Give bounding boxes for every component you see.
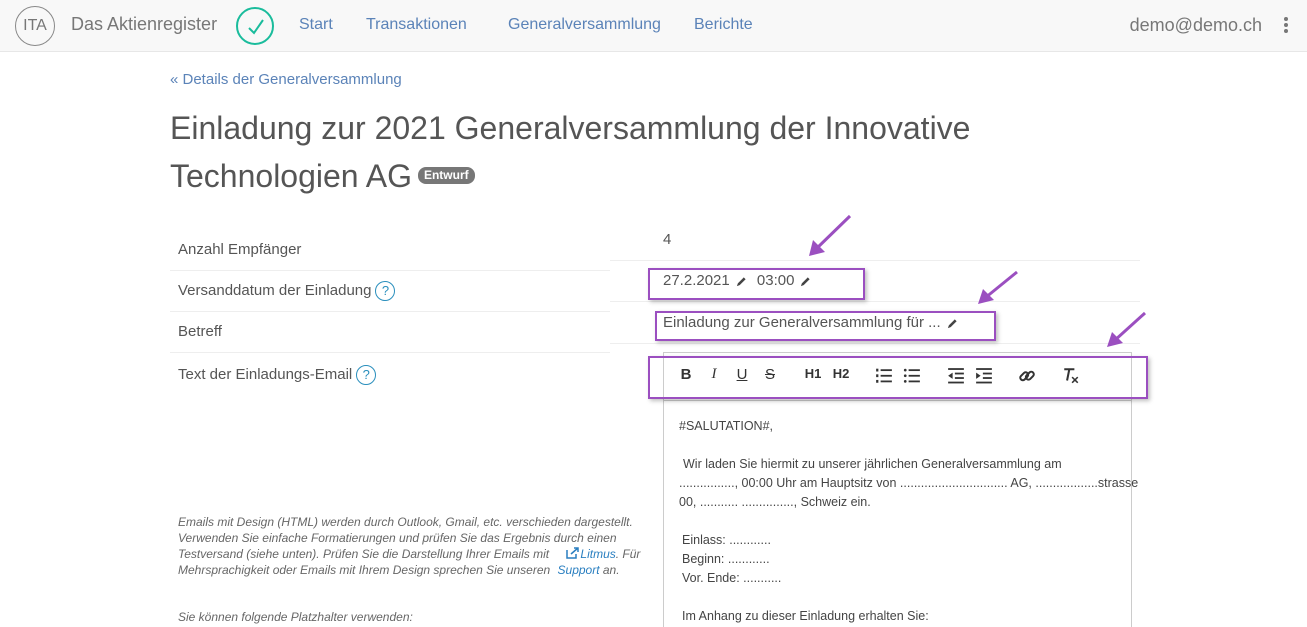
nav-start[interactable]: Start: [299, 16, 333, 34]
highlight-box-toolbar: [648, 356, 1148, 399]
editor-line: ................, 00:00 Uhr am Hauptsitz…: [679, 476, 1139, 490]
logo[interactable]: ITA: [15, 6, 55, 46]
annotation-arrow: [1107, 311, 1147, 347]
recipients-label: Anzahl Empfänger: [178, 241, 302, 258]
send-date-label: Versanddatum der Einladung?: [178, 281, 396, 301]
annotation-arrow: [978, 270, 1018, 304]
editor-line: Wir laden Sie hiermit zu unserer jährlic…: [683, 457, 1062, 471]
title-line-1: Einladung zur 2021 Generalversammlung de…: [170, 110, 971, 146]
notice-text: Emails mit Design (HTML) werden durch Ou…: [178, 515, 633, 561]
brand-name[interactable]: Das Aktienregister: [71, 14, 217, 35]
check-icon: [236, 7, 274, 45]
page-title: Einladung zur 2021 Generalversammlung de…: [170, 104, 1030, 200]
notice-text: an.: [599, 563, 620, 577]
toolbar-divider: [663, 400, 1132, 401]
help-icon[interactable]: ?: [375, 281, 396, 301]
email-text-label-text: Text der Einladungs-Email: [178, 365, 353, 383]
title-line-2: Technologien AG: [170, 158, 412, 194]
email-text-label: Text der Einladungs-Email?: [178, 365, 377, 385]
send-date-label-text: Versanddatum der Einladung: [178, 281, 372, 299]
help-icon[interactable]: ?: [356, 365, 377, 385]
external-link-icon: [566, 547, 580, 559]
nav-berichte[interactable]: Berichte: [694, 16, 753, 34]
editor-line: Einlass: ............: [682, 533, 771, 547]
row-divider: [170, 352, 610, 353]
row-divider: [610, 260, 1140, 261]
row-divider: [610, 301, 1140, 302]
top-navbar: ITA Das Aktienregister Start Transaktion…: [0, 0, 1307, 52]
highlight-box-date: [648, 268, 865, 300]
subject-label: Betreff: [178, 323, 222, 340]
editor-line: #SALUTATION#,: [679, 419, 774, 433]
editor-line: Vor. Ende: ...........: [682, 571, 782, 585]
row-divider: [170, 311, 610, 312]
html-email-notice: Emails mit Design (HTML) werden durch Ou…: [178, 514, 648, 578]
editor-line: 00, ........... ..............., Schweiz…: [679, 495, 871, 509]
editor-line: Im Anhang zu dieser Einladung erhalten S…: [682, 609, 929, 623]
placeholders-heading: Sie können folgende Platzhalter verwende…: [178, 610, 413, 624]
nav-generalversammlung[interactable]: Generalversammlung: [508, 16, 661, 34]
nav-transaktionen[interactable]: Transaktionen: [366, 16, 467, 34]
editor-line: Beginn: ............: [682, 552, 770, 566]
support-link[interactable]: Support: [558, 563, 600, 577]
more-options-icon[interactable]: [1283, 17, 1289, 35]
row-divider: [170, 270, 610, 271]
breadcrumb-back-link[interactable]: « Details der Generalversammlung: [170, 71, 402, 88]
recipients-value: 4: [663, 231, 672, 248]
status-badge: Entwurf: [417, 167, 475, 185]
user-email[interactable]: demo@demo.ch: [1130, 15, 1262, 36]
highlight-box-subject: [655, 311, 996, 341]
annotation-arrow: [809, 214, 852, 256]
row-divider: [610, 343, 1140, 344]
litmus-link[interactable]: Litmus: [580, 547, 615, 561]
